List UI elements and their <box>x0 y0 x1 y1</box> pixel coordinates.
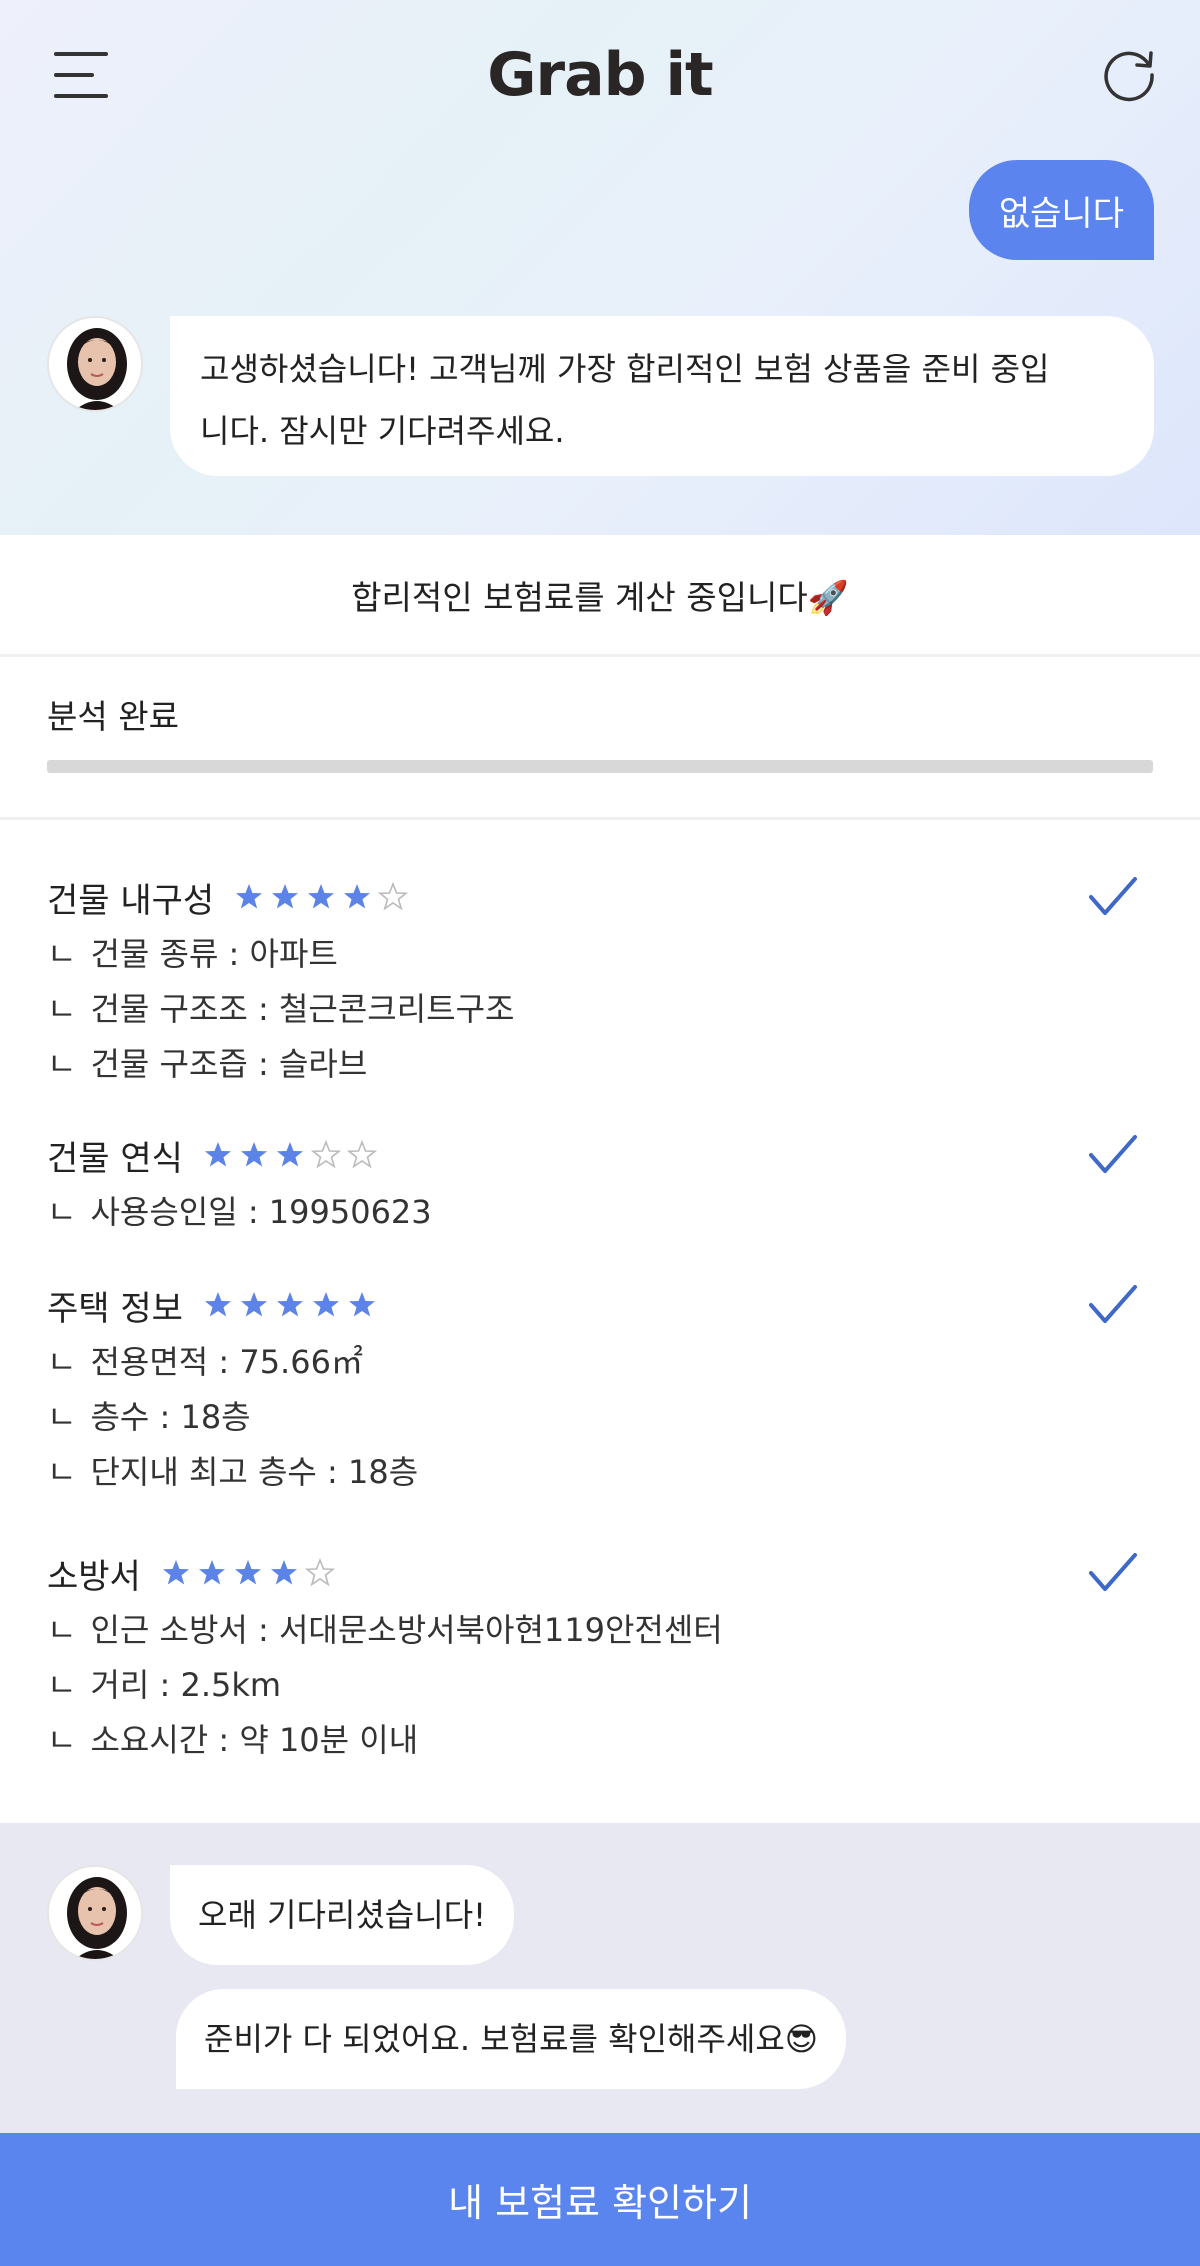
category-header: 건물 내구성 <box>47 867 1153 927</box>
category-title: 소방서 <box>47 1556 141 1597</box>
star-empty-icon <box>346 1140 377 1169</box>
chat-area-bottom: 오래 기다리셨습니다! 준비가 다 되었어요. 보험료를 확인해주세요😎 <box>0 1823 1200 2133</box>
rating-stars <box>161 1558 335 1588</box>
category-title: 건물 내구성 <box>47 880 215 921</box>
refresh-icon[interactable] <box>1100 46 1158 104</box>
rating-stars <box>203 1140 377 1170</box>
detail-text: 단지내 최고 층수 : 18층 <box>90 1453 419 1491</box>
category-detail: ㄴ 건물 종류 : 아파트 <box>47 927 1153 982</box>
detail-text: 층수 : 18층 <box>90 1398 251 1436</box>
bot-message-bubble: 오래 기다리셨습니다! <box>170 1865 514 1965</box>
category-detail: ㄴ 인근 소방서 : 서대문소방서북아현119안전센터 <box>47 1603 1153 1658</box>
progress-status: 분석 완료 <box>47 697 179 736</box>
chat-area-top: Grab it 없습니다 고생하셨습니다! 고객님께 가장 합리적인 보험 상품… <box>0 0 1200 535</box>
category-detail: ㄴ 단지내 최고 층수 : 18층 <box>47 1445 1153 1500</box>
star-filled-icon <box>276 1142 303 1167</box>
user-message-bubble: 없습니다 <box>968 160 1154 260</box>
detail-text: 건물 종류 : 아파트 <box>90 935 338 973</box>
detail-prefix: ㄴ <box>47 1045 77 1083</box>
star-filled-icon <box>240 1292 267 1317</box>
check-icon <box>1089 1135 1137 1173</box>
category-header: 주택 정보 <box>47 1275 1153 1335</box>
star-filled-icon <box>348 1292 375 1317</box>
bot-message-line: 고생하셨습니다! 고객님께 가장 합리적인 보험 상품을 준비 중입 <box>200 350 1050 388</box>
avatar <box>47 316 143 412</box>
detail-text: 인근 소방서 : 서대문소방서북아현119안전센터 <box>90 1611 723 1649</box>
star-filled-icon <box>344 884 371 909</box>
app-header: Grab it <box>0 0 1200 155</box>
check-icon <box>1089 1285 1137 1323</box>
analysis-category: 주택 정보 ㄴ 전용면적 : 75.66㎡ㄴ 층수 : 18층 ㄴ 단지내 최고 층수 :… <box>47 1275 1153 1500</box>
analysis-category: 건물 내구성 ㄴ 건물 종류 : 아파트 ㄴ 건물 구조조 : 철근콘크리트구조 ㄴ 건물 … <box>47 867 1153 1092</box>
star-filled-icon <box>204 1142 231 1167</box>
category-detail: ㄴ 거리 : 2.5km <box>47 1658 1153 1713</box>
category-detail: ㄴ 층수 : 18층 <box>47 1390 1153 1445</box>
detail-text: 사용승인일 : 19950623 <box>90 1193 432 1231</box>
check-icon <box>1089 1553 1137 1591</box>
detail-text: 소요시간 : 약 10분 이내 <box>90 1721 419 1759</box>
analysis-list: 건물 내구성 ㄴ 건물 종류 : 아파트 ㄴ 건물 구조조 : 철근콘크리트구조 ㄴ 건물 … <box>0 823 1200 1823</box>
bot-message-bubble: 준비가 다 되었어요. 보험료를 확인해주세요😎 <box>176 1989 847 2089</box>
category-title: 건물 연식 <box>47 1138 183 1179</box>
detail-prefix: ㄴ <box>47 935 77 973</box>
brand-logo: Grab it <box>487 40 713 110</box>
category-title: 주택 정보 <box>47 1288 183 1329</box>
category-detail: ㄴ 사용승인일 : 19950623 <box>47 1185 1153 1240</box>
detail-prefix: ㄴ <box>47 1193 77 1231</box>
category-header: 건물 연식 <box>47 1125 1153 1185</box>
check-premium-button[interactable]: 내 보험료 확인하기 <box>0 2133 1200 2266</box>
analysis-category: 소방서 ㄴ 인근 소방서 : 서대문소방서북아현119안전센터 ㄴ 거리 : 2.5km… <box>47 1543 1153 1768</box>
progress-fill <box>47 760 1153 773</box>
star-filled-icon <box>276 1292 303 1317</box>
progress-section: 분석 완료 <box>0 660 1200 820</box>
star-filled-icon <box>308 884 335 909</box>
star-filled-icon <box>312 1292 339 1317</box>
bot-message-line: 니다. 잠시만 기다려주세요. <box>200 412 565 450</box>
category-detail: ㄴ 건물 구조조 : 철근콘크리트구조 <box>47 982 1153 1037</box>
analysis-category: 건물 연식 ㄴ 사용승인일 : 19950623 <box>47 1125 1153 1240</box>
category-header: 소방서 <box>47 1543 1153 1603</box>
star-filled-icon <box>162 1560 189 1585</box>
category-detail: ㄴ 전용면적 : 75.66㎡ <box>47 1335 1153 1390</box>
avatar <box>47 1865 143 1961</box>
category-detail: ㄴ 건물 구조즙 : 슬라브 <box>47 1037 1153 1092</box>
star-filled-icon <box>204 1292 231 1317</box>
detail-text: 거리 : 2.5km <box>90 1666 282 1704</box>
bot-message-bubble: 고생하셨습니다! 고객님께 가장 합리적인 보험 상품을 준비 중입 니다. 잠… <box>170 316 1154 476</box>
star-filled-icon <box>240 1142 267 1167</box>
check-icon <box>1089 877 1137 915</box>
star-empty-icon <box>310 1140 341 1169</box>
star-filled-icon <box>198 1560 225 1585</box>
detail-prefix: ㄴ <box>47 1611 77 1649</box>
star-empty-icon <box>304 1558 335 1587</box>
detail-prefix: ㄴ <box>47 1453 77 1491</box>
detail-prefix: ㄴ <box>47 1398 77 1436</box>
detail-prefix: ㄴ <box>47 1343 77 1381</box>
rating-stars <box>234 882 409 912</box>
detail-prefix: ㄴ <box>47 1721 77 1759</box>
detail-text: 전용면적 : 75.66㎡ <box>90 1343 363 1381</box>
star-filled-icon <box>272 884 299 909</box>
star-empty-icon <box>378 882 409 911</box>
category-detail: ㄴ 소요시간 : 약 10분 이내 <box>47 1713 1153 1768</box>
detail-prefix: ㄴ <box>47 1666 77 1704</box>
rating-stars <box>203 1290 377 1320</box>
detail-prefix: ㄴ <box>47 990 77 1028</box>
detail-text: 건물 구조즙 : 슬라브 <box>90 1045 368 1083</box>
star-filled-icon <box>270 1560 297 1585</box>
calculation-title: 합리적인 보험료를 계산 중입니다🚀 <box>0 535 1200 657</box>
progress-bar <box>47 760 1153 773</box>
star-filled-icon <box>234 1560 261 1585</box>
detail-text: 건물 구조조 : 철근콘크리트구조 <box>90 990 515 1028</box>
star-filled-icon <box>236 884 263 909</box>
